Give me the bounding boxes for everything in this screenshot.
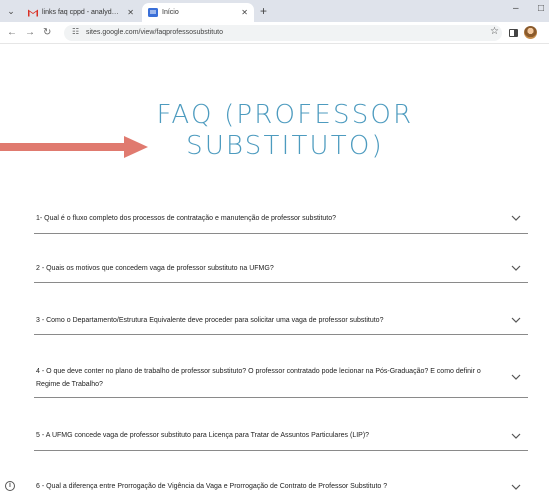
chevron-down-icon[interactable] bbox=[510, 431, 522, 441]
tab-links-faq[interactable]: links faq cppd - analydaco@g ✕ bbox=[22, 3, 140, 22]
minimize-button[interactable]: – bbox=[513, 3, 519, 14]
address-bar[interactable]: ☷ sites.google.com/view/faqprofessosubst… bbox=[64, 25, 502, 41]
reload-icon[interactable]: ↻ bbox=[43, 25, 51, 41]
gmail-icon bbox=[28, 9, 38, 17]
faq-question: 3 - Como o Departamento/Estrutura Equiva… bbox=[36, 317, 384, 324]
page-title-line-2: SUBSTITUTO) bbox=[186, 131, 384, 161]
faq-question: 4 - O que deve conter no plano de trabal… bbox=[36, 368, 481, 388]
url-text: sites.google.com/view/faqprofessosubstit… bbox=[86, 29, 223, 36]
chevron-down-icon[interactable] bbox=[510, 482, 522, 492]
bookmark-star-icon[interactable]: ☆ bbox=[490, 26, 499, 37]
new-tab-icon[interactable]: + bbox=[260, 3, 267, 19]
chevron-down-icon[interactable] bbox=[510, 213, 522, 223]
chevron-down-icon[interactable] bbox=[510, 372, 522, 382]
faq-item[interactable]: 5 - A UFMG concede vaga de professor sub… bbox=[34, 422, 528, 451]
side-panel-icon[interactable] bbox=[509, 29, 518, 37]
tab-title: Início bbox=[162, 9, 179, 16]
faq-item[interactable]: 6 - Qual a diferença entre Prorrogação d… bbox=[34, 476, 528, 494]
back-icon[interactable]: ← bbox=[7, 25, 17, 41]
info-icon[interactable]: i bbox=[5, 481, 15, 491]
tab-title: links faq cppd - analydaco@g bbox=[42, 9, 122, 16]
browser-toolbar: ← → ↻ ☷ sites.google.com/view/faqprofess… bbox=[0, 22, 549, 44]
site-settings-icon[interactable]: ☷ bbox=[72, 27, 79, 36]
profile-avatar[interactable] bbox=[524, 26, 537, 39]
tab-search-chevron-icon[interactable]: ⌄ bbox=[4, 4, 18, 18]
page-title-line-1: FAQ (PROFESSOR bbox=[156, 100, 414, 130]
faq-item[interactable]: 4 - O que deve conter no plano de trabal… bbox=[34, 356, 528, 398]
faq-item[interactable]: 3 - Como o Departamento/Estrutura Equiva… bbox=[34, 304, 528, 335]
faq-item[interactable]: 2 - Quais os motivos que concedem vaga d… bbox=[34, 252, 528, 283]
tab-strip: ⌄ links faq cppd - analydaco@g ✕ Início … bbox=[0, 0, 549, 22]
faq-item[interactable]: 1- Qual é o fluxo completo dos processos… bbox=[34, 202, 528, 234]
tab-inicio[interactable]: Início ✕ bbox=[142, 3, 254, 22]
close-icon[interactable]: ✕ bbox=[127, 3, 134, 22]
faq-question: 6 - Qual a diferença entre Prorrogação d… bbox=[36, 483, 388, 490]
chevron-down-icon[interactable] bbox=[510, 263, 522, 273]
maximize-button[interactable]: □ bbox=[538, 3, 544, 14]
page-title: FAQ (PROFESSOR SUBSTITUTO) bbox=[100, 100, 470, 162]
google-sites-icon bbox=[148, 8, 158, 17]
chevron-down-icon[interactable] bbox=[510, 315, 522, 325]
forward-icon[interactable]: → bbox=[25, 25, 35, 41]
close-icon[interactable]: ✕ bbox=[241, 3, 248, 22]
faq-question: 2 - Quais os motivos que concedem vaga d… bbox=[36, 265, 274, 272]
faq-question: 1- Qual é o fluxo completo dos processos… bbox=[36, 215, 337, 222]
faq-question: 5 - A UFMG concede vaga de professor sub… bbox=[36, 432, 370, 439]
